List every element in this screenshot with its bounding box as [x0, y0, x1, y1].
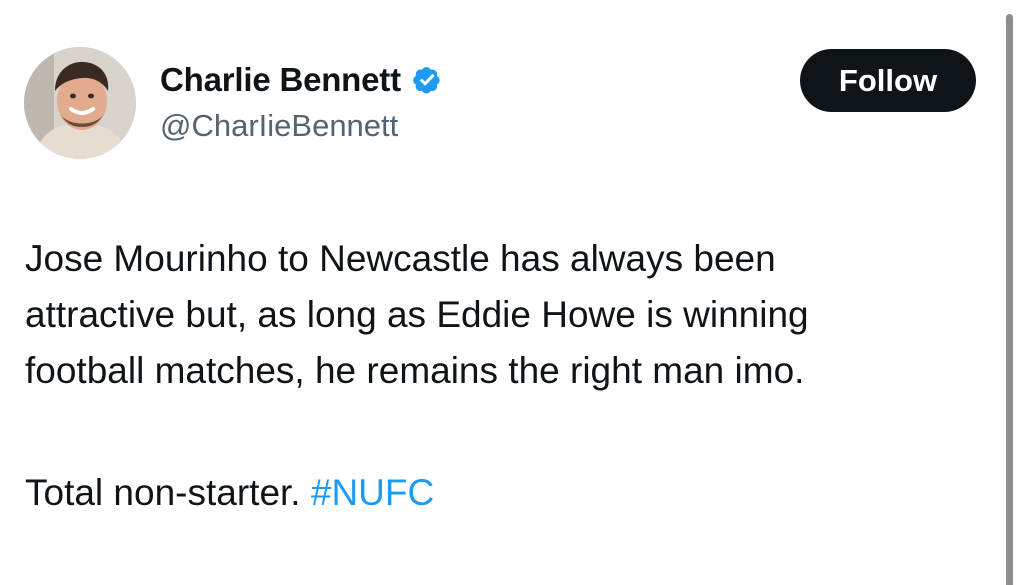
tweet-card: Charlie Bennett @CharIieBennett Follow J… [0, 0, 1024, 585]
tweet-text-line: football matches, he remains the right m… [25, 350, 805, 391]
tweet-text: Jose Mourinho to Newcastle has always be… [25, 231, 985, 521]
tweet-text-line: attractive but, as long as Eddie Howe is… [25, 294, 809, 335]
follow-button[interactable]: Follow [800, 49, 976, 112]
tweet-text-line: Jose Mourinho to Newcastle has always be… [25, 238, 776, 279]
tweet-text-line-last: Total non-starter. #NUFC [25, 465, 985, 521]
tweet-second-paragraph: Total non-starter. [25, 472, 301, 513]
hashtag-link[interactable]: #NUFC [311, 472, 434, 513]
avatar[interactable] [24, 47, 136, 159]
author-name-row: Charlie Bennett [160, 58, 445, 102]
author-handle[interactable]: @CharIieBennett [160, 108, 398, 144]
verified-badge-icon [409, 62, 445, 98]
author-display-name[interactable]: Charlie Bennett [160, 61, 401, 99]
avatar-photo [24, 47, 136, 159]
scrollbar[interactable] [1006, 14, 1013, 585]
